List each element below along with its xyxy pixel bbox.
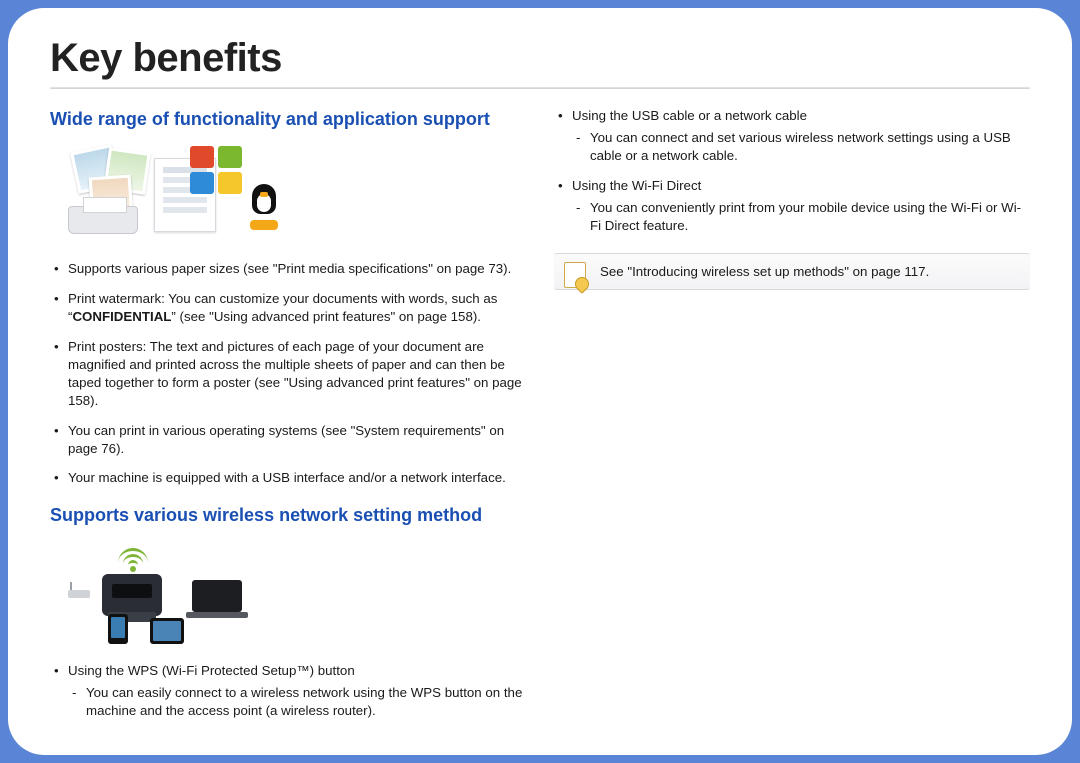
- page-title: Key benefits: [50, 36, 1030, 81]
- phone-icon: [108, 614, 128, 644]
- windows-logo-icon: [190, 146, 244, 196]
- tablet-icon: [150, 618, 184, 644]
- printer-icon: [102, 574, 162, 616]
- feature-list-wireless-right: Using the USB cable or a network cable Y…: [554, 107, 1030, 235]
- feature-list-wireless-left: Using the WPS (Wi-Fi Protected Setup™) b…: [50, 662, 526, 720]
- list-item: Using the USB cable or a network cable Y…: [554, 107, 1030, 165]
- list-item: Print watermark: You can customize your …: [50, 290, 526, 326]
- manual-page: Key benefits Wide range of functionality…: [8, 8, 1072, 755]
- list-item-text: Using the Wi-Fi Direct: [572, 178, 701, 193]
- list-subitem: You can easily connect to a wireless net…: [68, 684, 526, 720]
- list-item: Using the WPS (Wi-Fi Protected Setup™) b…: [50, 662, 526, 720]
- list-item-text: ” (see "Using advanced print features" o…: [171, 309, 481, 324]
- list-item: Using the Wi-Fi Direct You can convenien…: [554, 177, 1030, 235]
- horizontal-rule: [50, 87, 1030, 89]
- left-column: Wide range of functionality and applicat…: [50, 107, 526, 732]
- note-pencil-icon: [564, 262, 586, 288]
- note-text: See "Introducing wireless set up methods…: [600, 264, 929, 279]
- printer-icon: [68, 206, 138, 234]
- list-item-text: Using the USB cable or a network cable: [572, 108, 807, 123]
- right-column: Using the USB cable or a network cable Y…: [554, 107, 1030, 732]
- section-heading-wireless: Supports various wireless network settin…: [50, 505, 526, 526]
- list-subitem: You can conveniently print from your mob…: [572, 199, 1030, 235]
- two-column-layout: Wide range of functionality and applicat…: [50, 107, 1030, 732]
- list-item: Print posters: The text and pictures of …: [50, 338, 526, 410]
- linux-tux-icon: [246, 178, 286, 228]
- router-icon: [68, 590, 90, 598]
- emphasis-confidential: CONFIDENTIAL: [72, 309, 171, 324]
- illustration-os-support: [68, 148, 288, 238]
- feature-list-functionality: Supports various paper sizes (see "Print…: [50, 260, 526, 487]
- laptop-icon: [192, 580, 242, 612]
- list-item: Your machine is equipped with a USB inte…: [50, 469, 526, 487]
- list-item: Supports various paper sizes (see "Print…: [50, 260, 526, 278]
- section-heading-functionality: Wide range of functionality and applicat…: [50, 109, 526, 130]
- illustration-wireless-devices: [68, 544, 248, 640]
- note-box: See "Introducing wireless set up methods…: [554, 253, 1030, 290]
- list-subitem: You can connect and set various wireless…: [572, 129, 1030, 165]
- list-item: You can print in various operating syste…: [50, 422, 526, 458]
- list-item-text: Using the WPS (Wi-Fi Protected Setup™) b…: [68, 663, 355, 678]
